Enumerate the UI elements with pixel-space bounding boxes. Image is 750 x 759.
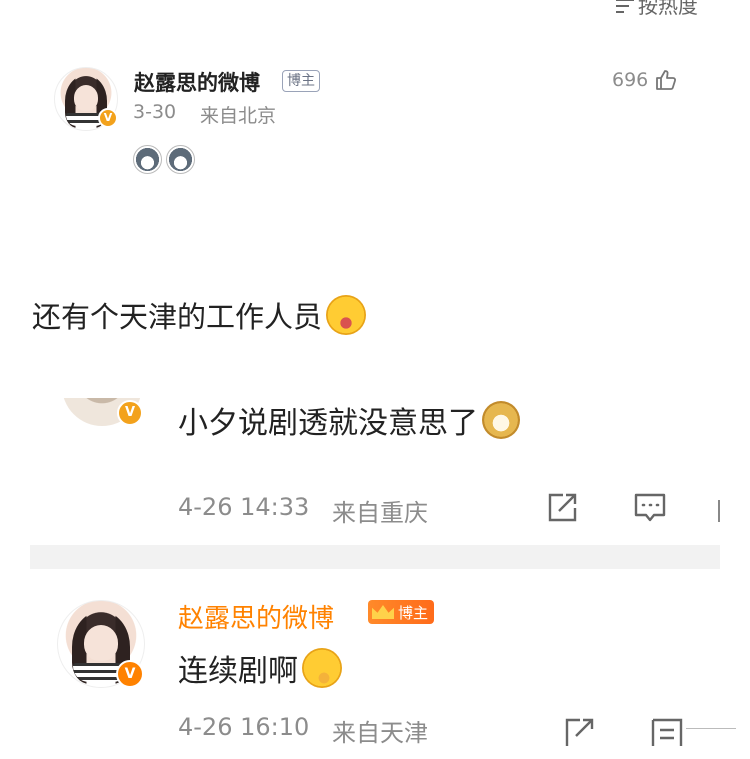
comment1-location: 来自重庆 (332, 499, 428, 527)
comment2-username[interactable]: 赵露思的微博 (178, 598, 334, 635)
verified-badge-icon: V (98, 108, 118, 128)
comment-icon[interactable] (633, 491, 667, 525)
main-text: 还有个天津的工作人员 (32, 300, 323, 334)
comment2-location: 来自天津 (332, 719, 428, 747)
doge-emoji-icon (482, 401, 520, 439)
comment2-text: 连续剧啊 (178, 654, 298, 689)
repost-icon[interactable] (545, 491, 579, 525)
comment2-text-line: 连续剧啊 (178, 646, 342, 690)
divider-edge (718, 500, 720, 522)
husky-emoji-icon (133, 145, 162, 174)
post-date: 3-30 (133, 101, 177, 123)
verified-badge-icon: V (117, 400, 143, 426)
post-emoji-row (133, 145, 195, 174)
husky-emoji-icon (166, 145, 195, 174)
blogger-crown-badge: 博主 (368, 600, 435, 624)
username[interactable]: 赵露思的微博 (134, 67, 260, 97)
thumbs-up-icon (656, 70, 677, 90)
comment1-time: 4-26 14:33 (178, 493, 310, 521)
section-divider (30, 545, 720, 569)
blogger-tag: 博主 (398, 603, 429, 622)
post-location: 来自北京 (200, 105, 277, 127)
like-button[interactable]: 696 (612, 68, 678, 92)
comment1-text-line: 小夕说剧透就没意思了 (178, 398, 520, 442)
sort-icon (616, 0, 634, 15)
like-count: 696 (612, 69, 649, 91)
sort-by-hot-button[interactable]: 按热度 (616, 0, 698, 19)
watermark-stroke (686, 728, 736, 729)
crown-icon (372, 603, 394, 621)
laughing-emoji-icon (326, 295, 367, 335)
comment2-time: 4-26 16:10 (178, 713, 310, 741)
thinking-emoji-icon (302, 648, 342, 688)
main-text-line: 还有个天津的工作人员 (32, 294, 367, 336)
comment1-text: 小夕说剧透就没意思了 (178, 406, 478, 441)
blogger-tag: 博主 (282, 70, 320, 92)
sort-label: 按热度 (638, 0, 698, 18)
comment-icon[interactable] (650, 716, 684, 746)
verified-badge-icon: V (116, 660, 144, 688)
repost-icon[interactable] (562, 716, 596, 746)
